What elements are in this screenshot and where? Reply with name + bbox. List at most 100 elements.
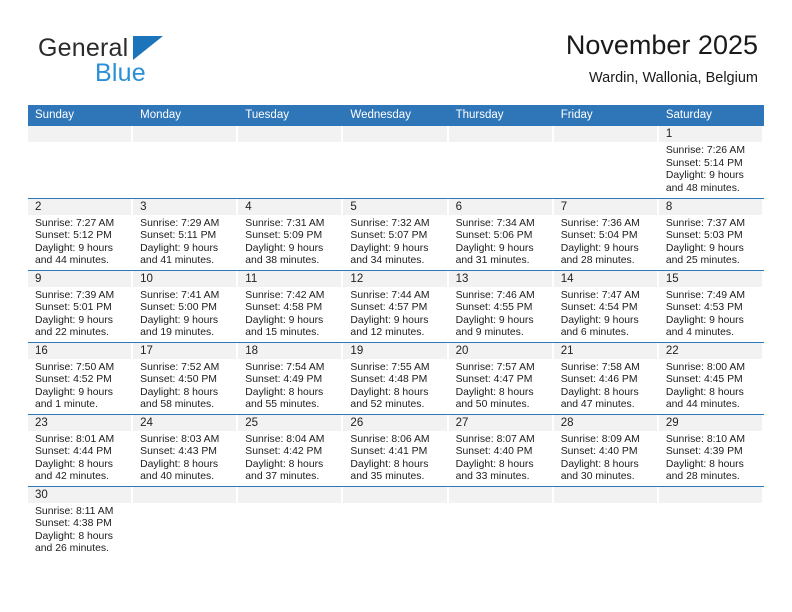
sunset-text: Sunset: 4:48 PM [350, 374, 428, 386]
daylight-text-line2: and 30 minutes. [560, 471, 635, 483]
day-number: 5 [343, 198, 447, 215]
day-number-band [133, 486, 237, 503]
day-cell-empty [238, 485, 344, 558]
day-cell[interactable]: 7 Sunrise: 7:36 AM Sunset: 5:04 PM Daylight… [553, 197, 659, 270]
daylight-text-line1: Daylight: 8 hours [140, 386, 219, 398]
daylight-text-line1: Daylight: 8 hours [455, 386, 534, 398]
sunrise-text: Sunrise: 7:55 AM [350, 361, 430, 373]
day-details: Sunrise: 8:01 AM Sunset: 4:44 PM Daylight:… [28, 431, 133, 484]
daylight-text-line1: Daylight: 8 hours [560, 386, 639, 398]
sunrise-text: Sunrise: 8:09 AM [560, 433, 640, 445]
day-cell[interactable]: 9 Sunrise: 7:39 AM Sunset: 5:01 PM Daylight… [28, 269, 134, 342]
day-cell[interactable]: 30 Sunrise: 8:11 AM Sunset: 4:38 PM Dayligh… [28, 485, 134, 558]
day-details: Sunrise: 7:50 AM Sunset: 4:52 PM Daylight:… [28, 359, 133, 412]
day-cell[interactable]: 3 Sunrise: 7:29 AM Sunset: 5:11 PM Daylight… [133, 197, 239, 270]
daylight-text-line1: Daylight: 9 hours [665, 242, 744, 254]
day-cell[interactable]: 5 Sunrise: 7:32 AM Sunset: 5:07 PM Daylight… [343, 197, 449, 270]
day-cell[interactable]: 2 Sunrise: 7:27 AM Sunset: 5:12 PM Daylight… [28, 197, 134, 270]
day-cell[interactable]: 18 Sunrise: 7:54 AM Sunset: 4:49 PM Dayligh… [238, 341, 344, 414]
day-number-band [553, 126, 657, 142]
day-number: 30 [28, 486, 132, 503]
day-details: Sunrise: 7:27 AM Sunset: 5:12 PM Daylight:… [28, 215, 133, 268]
daylight-text-line1: Daylight: 8 hours [35, 458, 113, 470]
day-cell[interactable]: 27 Sunrise: 8:07 AM Sunset: 4:40 PM Dayligh… [448, 413, 554, 486]
daylight-text-line1: Daylight: 9 hours [140, 242, 219, 254]
daylight-text-line2: and 47 minutes. [560, 399, 635, 411]
day-number: 1 [658, 126, 762, 142]
daylight-text-line2: and 52 minutes. [350, 399, 425, 411]
day-details: Sunrise: 7:36 AM Sunset: 5:04 PM Daylight:… [554, 215, 659, 268]
sunset-text: Sunset: 4:54 PM [560, 302, 638, 314]
day-cell[interactable]: 24 Sunrise: 8:03 AM Sunset: 4:43 PM Dayligh… [133, 413, 239, 486]
day-cell[interactable]: 16 Sunrise: 7:50 AM Sunset: 4:52 PM Dayligh… [28, 341, 134, 414]
day-number: 26 [343, 414, 447, 431]
daylight-text-line2: and 41 minutes. [140, 255, 215, 267]
day-details: Sunrise: 7:26 AM Sunset: 5:14 PM Daylight:… [659, 142, 764, 195]
weekday-header-thursday: Thursday [448, 105, 554, 126]
day-details: Sunrise: 7:39 AM Sunset: 5:01 PM Daylight:… [28, 287, 133, 340]
day-cell[interactable]: 13 Sunrise: 7:46 AM Sunset: 4:55 PM Dayligh… [448, 269, 554, 342]
daylight-text-line2: and 42 minutes. [35, 471, 109, 483]
sunset-text: Sunset: 5:03 PM [665, 230, 743, 242]
day-cell[interactable]: 19 Sunrise: 7:55 AM Sunset: 4:48 PM Dayligh… [343, 341, 449, 414]
daylight-text-line2: and 28 minutes. [665, 471, 740, 483]
day-cell[interactable]: 1 Sunrise: 7:26 AM Sunset: 5:14 PM Daylight… [658, 126, 764, 198]
day-cell[interactable]: 26 Sunrise: 8:06 AM Sunset: 4:41 PM Dayligh… [343, 413, 449, 486]
day-cell-empty [553, 485, 659, 558]
logo-text-blue: Blue [95, 59, 146, 87]
day-number: 6 [448, 198, 552, 215]
day-cell[interactable]: 21 Sunrise: 7:58 AM Sunset: 4:46 PM Dayligh… [553, 341, 659, 414]
daylight-text-line2: and 40 minutes. [140, 471, 215, 483]
day-cell[interactable]: 10 Sunrise: 7:41 AM Sunset: 5:00 PM Dayligh… [133, 269, 239, 342]
day-cell[interactable]: 20 Sunrise: 7:57 AM Sunset: 4:47 PM Dayligh… [448, 341, 554, 414]
day-cell[interactable]: 11 Sunrise: 7:42 AM Sunset: 4:58 PM Dayligh… [238, 269, 344, 342]
daylight-text-line2: and 58 minutes. [140, 399, 215, 411]
sunset-text: Sunset: 5:04 PM [560, 230, 638, 242]
day-cell[interactable]: 17 Sunrise: 7:52 AM Sunset: 4:50 PM Dayligh… [133, 341, 239, 414]
general-blue-logo[interactable]: General Blue [38, 34, 248, 90]
daylight-text-line2: and 50 minutes. [455, 399, 530, 411]
sunset-text: Sunset: 4:44 PM [35, 446, 112, 458]
day-number: 18 [238, 342, 342, 359]
daylight-text-line1: Daylight: 8 hours [245, 386, 324, 398]
daylight-text-line1: Daylight: 9 hours [455, 314, 534, 326]
day-details: Sunrise: 7:58 AM Sunset: 4:46 PM Daylight:… [554, 359, 659, 412]
sunset-text: Sunset: 5:12 PM [35, 230, 112, 242]
day-number: 9 [28, 270, 132, 287]
day-cell[interactable]: 25 Sunrise: 8:04 AM Sunset: 4:42 PM Dayligh… [238, 413, 344, 486]
day-details: Sunrise: 8:07 AM Sunset: 4:40 PM Daylight:… [449, 431, 554, 484]
daylight-text-line2: and 6 minutes. [560, 327, 629, 339]
day-number: 22 [658, 342, 762, 359]
calendar-week-row: 30 Sunrise: 8:11 AM Sunset: 4:38 PM Dayligh… [28, 485, 764, 558]
sunset-text: Sunset: 4:43 PM [140, 446, 217, 458]
sunrise-text: Sunrise: 7:32 AM [350, 217, 430, 229]
day-cell[interactable]: 12 Sunrise: 7:44 AM Sunset: 4:57 PM Dayligh… [343, 269, 449, 342]
sunrise-text: Sunrise: 8:11 AM [35, 505, 114, 517]
day-number: 20 [448, 342, 552, 359]
day-details: Sunrise: 7:34 AM Sunset: 5:06 PM Daylight:… [449, 215, 554, 268]
day-cell[interactable]: 28 Sunrise: 8:09 AM Sunset: 4:40 PM Dayligh… [553, 413, 659, 486]
day-cell[interactable]: 23 Sunrise: 8:01 AM Sunset: 4:44 PM Dayligh… [28, 413, 134, 486]
day-number-band [448, 486, 552, 503]
page-subtitle: Wardin, Wallonia, Belgium [589, 70, 758, 86]
daylight-text-line1: Daylight: 9 hours [35, 386, 113, 398]
day-number: 2 [28, 198, 132, 215]
daylight-text-line2: and 31 minutes. [455, 255, 530, 267]
day-cell[interactable]: 15 Sunrise: 7:49 AM Sunset: 4:53 PM Dayligh… [658, 269, 764, 342]
day-cell[interactable]: 29 Sunrise: 8:10 AM Sunset: 4:39 PM Dayligh… [658, 413, 764, 486]
daylight-text-line1: Daylight: 9 hours [455, 242, 534, 254]
day-number-band [343, 486, 447, 503]
day-number: 24 [133, 414, 237, 431]
day-cell[interactable]: 6 Sunrise: 7:34 AM Sunset: 5:06 PM Daylight… [448, 197, 554, 270]
day-cell[interactable]: 8 Sunrise: 7:37 AM Sunset: 5:03 PM Daylight… [658, 197, 764, 270]
triangle-icon [133, 36, 163, 60]
daylight-text-line1: Daylight: 9 hours [35, 314, 113, 326]
calendar-page: General Blue November 2025 Wardin, Wallo… [0, 0, 792, 612]
sunrise-text: Sunrise: 7:54 AM [245, 361, 325, 373]
day-cell[interactable]: 22 Sunrise: 8:00 AM Sunset: 4:45 PM Dayligh… [658, 341, 764, 414]
day-cell[interactable]: 4 Sunrise: 7:31 AM Sunset: 5:09 PM Daylight… [238, 197, 344, 270]
day-number: 28 [553, 414, 657, 431]
sunrise-text: Sunrise: 8:07 AM [455, 433, 535, 445]
day-cell[interactable]: 14 Sunrise: 7:47 AM Sunset: 4:54 PM Dayligh… [553, 269, 659, 342]
day-cell-empty [553, 126, 659, 198]
